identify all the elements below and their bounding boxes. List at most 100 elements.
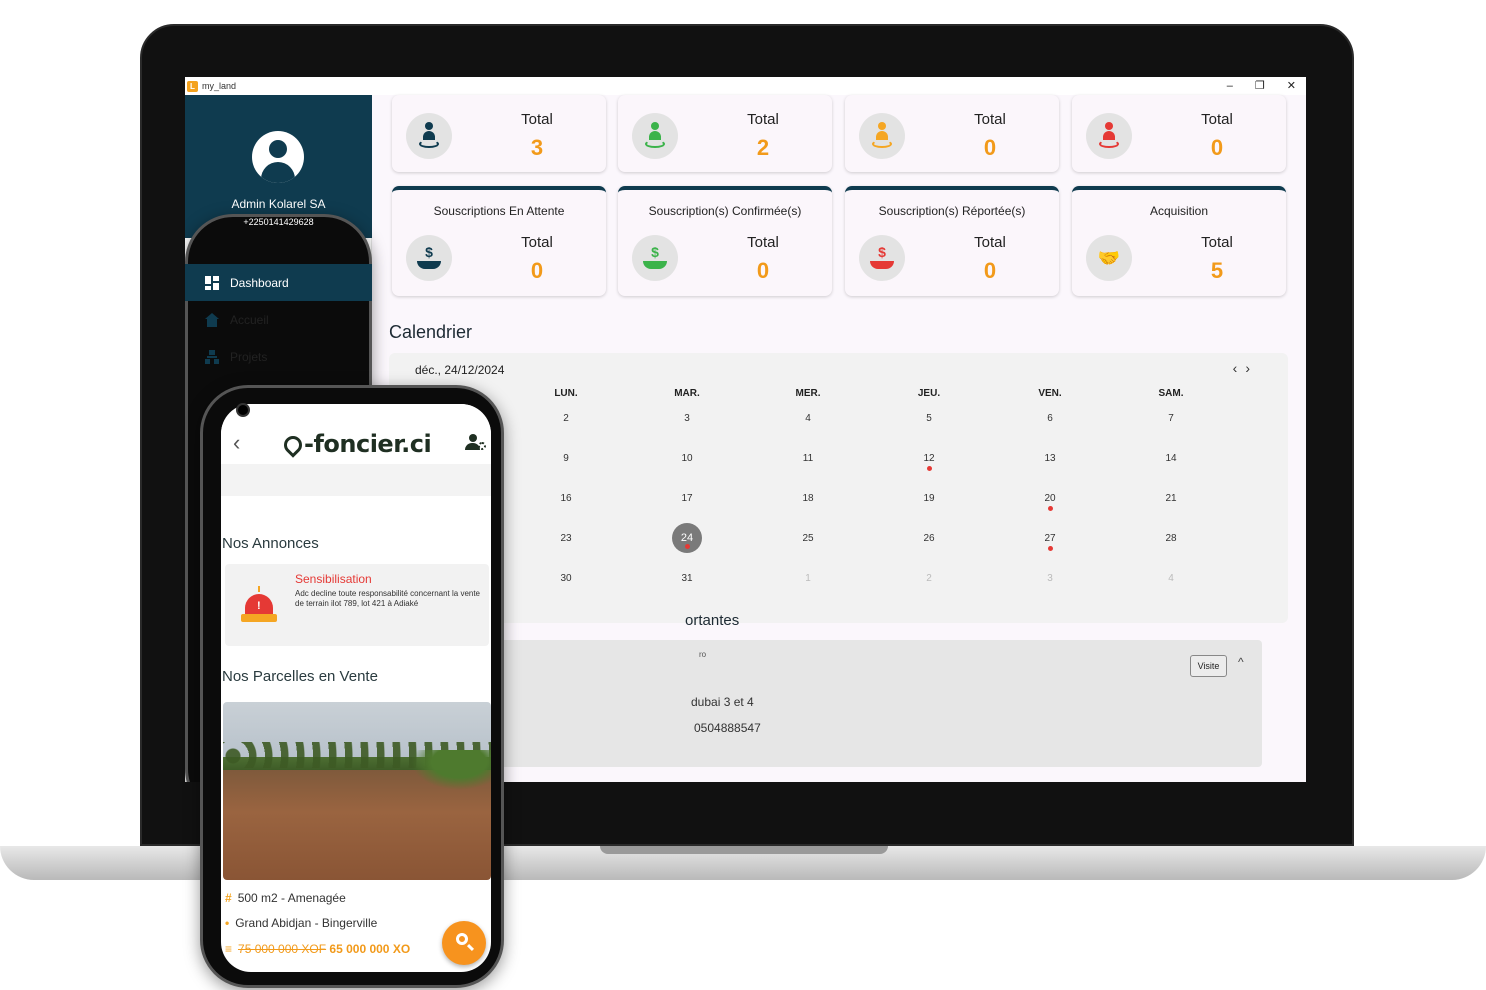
calendar-day[interactable]: 3 — [657, 413, 717, 424]
calendar-day[interactable]: 6 — [1020, 413, 1080, 424]
calendar-day[interactable]: 12 — [899, 453, 959, 471]
souscriptions-reportees-card[interactable]: Souscription(s) Réportée(s) $ Total 0 — [845, 186, 1059, 296]
calendar-day[interactable]: 3 — [1020, 573, 1080, 584]
calendar-day[interactable]: 21 — [1141, 493, 1201, 504]
handshake-icon: 🤝 — [1086, 235, 1132, 281]
sidebar-item-dashboard[interactable]: Dashboard — [185, 264, 372, 301]
calendar-prev-button[interactable]: ‹ — [1233, 360, 1246, 376]
calendar-day[interactable]: 10 — [657, 453, 717, 464]
stat-label: Total — [521, 111, 553, 128]
calendar-day-number: 30 — [560, 573, 572, 584]
minimize-button[interactable]: – — [1227, 77, 1233, 95]
close-button[interactable]: ✕ — [1287, 77, 1296, 95]
calendar-day-number: 5 — [926, 413, 932, 424]
calendar-day[interactable]: 4 — [778, 413, 838, 424]
calendar-day[interactable]: 2 — [899, 573, 959, 584]
back-chevron-icon[interactable]: ‹ — [233, 430, 240, 456]
calendar-day[interactable]: 9 — [536, 453, 596, 464]
calendar-day-number: 1 — [805, 573, 811, 584]
calendar-day[interactable]: 5 — [899, 413, 959, 424]
card-title: Souscription(s) Confirmée(s) — [648, 204, 802, 218]
home-icon — [205, 312, 219, 327]
sidebar-item-projets[interactable]: Projets — [185, 338, 372, 375]
dashboard-main: Total 3 Total 2 Total 0 Total 0 Souscrip… — [372, 95, 1306, 782]
calendar-day[interactable]: 19 — [899, 493, 959, 504]
stat-label: Total — [1201, 234, 1233, 251]
calendar-day[interactable]: 11 — [778, 453, 838, 464]
souscriptions-attente-card[interactable]: Souscriptions En Attente $ Total 0 — [392, 186, 606, 296]
maximize-button[interactable]: ❐ — [1255, 77, 1265, 95]
calendar-day[interactable]: 23 — [536, 533, 596, 544]
dashboard-icon — [205, 275, 219, 290]
person-pin-icon — [859, 113, 905, 159]
location-pin-icon — [280, 432, 306, 458]
foncier-logo: -foncier.ci — [280, 430, 432, 458]
stat-card[interactable]: Total 0 — [845, 95, 1059, 172]
calendar-day[interactable]: 20 — [1020, 493, 1080, 511]
calendar-day[interactable]: 31 — [657, 573, 717, 584]
user-settings-icon[interactable] — [465, 434, 486, 452]
calendar-day[interactable]: 14 — [1141, 453, 1201, 464]
announcement-text: Adc decline toute responsabilité concern… — [295, 589, 481, 608]
calendar-day[interactable]: 13 — [1020, 453, 1080, 464]
souscriptions-confirmees-card[interactable]: Souscription(s) Confirmée(s) $ Total 0 — [618, 186, 832, 296]
sidebar-nav: Dashboard Accueil Projets — [185, 264, 372, 375]
calendar-day-number: 20 — [1044, 493, 1056, 504]
card-title: Souscription(s) Réportée(s) — [878, 204, 1026, 218]
card-title: Souscriptions En Attente — [433, 204, 565, 218]
calendar-day[interactable]: 17 — [657, 493, 717, 504]
calendar-day-number: 4 — [805, 413, 811, 424]
announcement-card[interactable]: ! Sensibilisation Adc decline toute resp… — [225, 564, 489, 646]
calendar-day-number: 27 — [1044, 533, 1056, 544]
calendar-current-date: déc., 24/12/2024 — [415, 363, 505, 377]
search-icon — [456, 933, 468, 945]
parcel-size: 500 m2 - Amenagée — [237, 891, 346, 905]
calendar-day-number: 14 — [1165, 453, 1177, 464]
chevron-up-icon[interactable]: ^ — [1238, 655, 1244, 669]
hash-icon: # — [225, 891, 232, 905]
calendar-day[interactable]: 28 — [1141, 533, 1201, 544]
calendar-day-number: 16 — [560, 493, 572, 504]
calendar-day[interactable]: 30 — [536, 573, 596, 584]
profile-header: Admin Kolarel SA +2250141429628 — [185, 95, 372, 782]
weekday-header: MAR. — [674, 388, 700, 399]
stat-card[interactable]: Total 0 — [1072, 95, 1286, 172]
calendar-day[interactable]: 1 — [778, 573, 838, 584]
calendar-day-number: 7 — [1168, 413, 1174, 424]
calendar-day-number: 26 — [923, 533, 935, 544]
weekday-header: MER. — [795, 388, 821, 399]
calendar-day[interactable]: 2 — [536, 413, 596, 424]
calendar-day[interactable]: 4 — [1141, 573, 1201, 584]
acquisition-card[interactable]: Acquisition 🤝 Total 5 — [1072, 186, 1286, 296]
calendar-day[interactable]: 16 — [536, 493, 596, 504]
header-band — [221, 464, 491, 496]
calendar-day[interactable]: 18 — [778, 493, 838, 504]
search-fab-button[interactable] — [442, 921, 486, 965]
parcel-photo[interactable] — [223, 702, 491, 880]
calendar-day[interactable]: 25 — [778, 533, 838, 544]
calendar-next-button[interactable]: › — [1245, 360, 1258, 376]
location-pin-icon: • — [225, 916, 230, 930]
stat-card[interactable]: Total 3 — [392, 95, 606, 172]
money-icon: ≡ — [225, 942, 233, 956]
weekday-header: SAM. — [1158, 388, 1184, 399]
calendar-day-number: 21 — [1165, 493, 1177, 504]
calendar-day[interactable]: 27 — [1020, 533, 1080, 551]
event-dot — [1048, 506, 1053, 511]
sidebar-item-accueil[interactable]: Accueil — [185, 301, 372, 338]
calendar-day-number: 3 — [684, 413, 690, 424]
calendar-day[interactable]: 26 — [899, 533, 959, 544]
calendar-day-number: 4 — [1168, 573, 1174, 584]
stat-label: Total — [1201, 111, 1233, 128]
avatar-icon — [252, 131, 304, 183]
calendar-day-number: 23 — [560, 533, 572, 544]
profile-name: Admin Kolarel SA — [231, 197, 326, 211]
calendar-day-number: 10 — [681, 453, 693, 464]
calendar-day[interactable]: 7 — [1141, 413, 1201, 424]
stat-card[interactable]: Total 2 — [618, 95, 832, 172]
parcelles-title: Nos Parcelles en Vente — [222, 668, 378, 685]
sidebar-item-label: Projets — [230, 349, 268, 364]
stat-value: 5 — [1210, 258, 1224, 283]
calendar-day-number: 25 — [802, 533, 814, 544]
visite-button[interactable]: Visite — [1190, 655, 1227, 677]
